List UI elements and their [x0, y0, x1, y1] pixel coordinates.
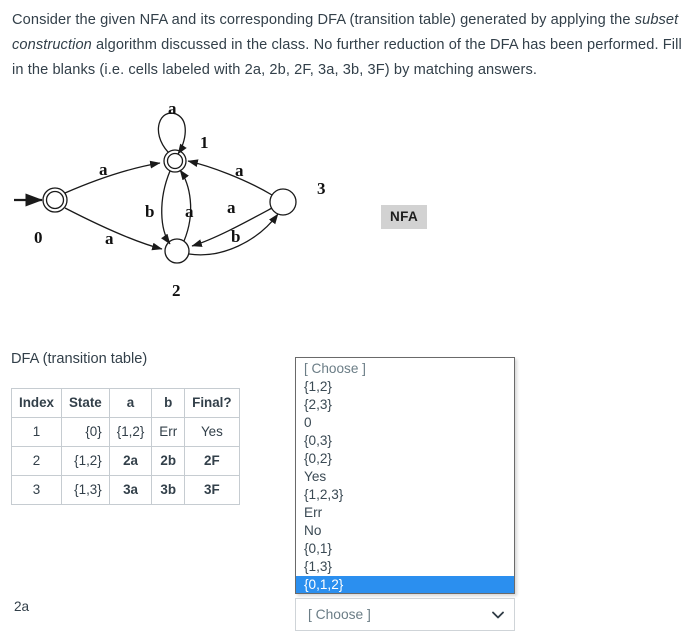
cell-state: {1,3}	[60, 475, 110, 505]
question-line-1: Consider the given NFA and its correspon…	[12, 12, 631, 28]
choice-option-selected[interactable]: {0,1,2}	[296, 576, 514, 593]
cell-state: {0}	[60, 417, 110, 447]
edge-0-1-a	[64, 160, 161, 194]
answer-select-value: [ Choose ]	[308, 607, 371, 622]
column-header-state: State	[60, 388, 110, 418]
edge-1-2-b	[161, 170, 171, 245]
choice-option[interactable]: {0,2}	[296, 450, 514, 468]
answer-select[interactable]: [ Choose ]	[295, 598, 515, 631]
cell-a: {1,2}	[108, 417, 153, 447]
edge-3-1-a	[187, 159, 273, 196]
edge-label-3-2-a: a	[227, 198, 236, 217]
edge-label-2-1-a: a	[185, 202, 194, 221]
answer-row-label: 2a	[14, 599, 30, 614]
state-label-3: 3	[317, 179, 326, 198]
nfa-badge: NFA	[381, 205, 428, 229]
choice-option[interactable]: No	[296, 522, 514, 540]
cell-b: Err	[151, 417, 186, 447]
nfa-graph-svg: 0 1 2 3 a a a b a a a b	[14, 99, 326, 300]
cell-blank-2F: 2F	[184, 446, 240, 476]
table-row: 1 {0} {1,2} Err Yes	[11, 417, 240, 447]
cell-index: 3	[11, 475, 62, 505]
edge-label-3-1-a: a	[235, 161, 244, 180]
state-label-1: 1	[200, 133, 209, 152]
cell-blank-3b: 3b	[151, 475, 186, 505]
column-header-index: Index	[11, 388, 62, 418]
cell-blank-2b: 2b	[151, 446, 186, 476]
cell-state: {1,2}	[60, 446, 110, 476]
dfa-table-heading: DFA (transition table)	[11, 351, 148, 367]
column-header-final: Final?	[184, 388, 240, 418]
choice-option[interactable]: {1,2,3}	[296, 486, 514, 504]
choice-option[interactable]: 0	[296, 414, 514, 432]
edge-1-self-a	[157, 112, 187, 155]
chevron-down-icon	[492, 609, 504, 621]
nfa-diagram: 0 1 2 3 a a a b a a a b	[10, 96, 340, 306]
cell-blank-2a: 2a	[108, 446, 153, 476]
chevron-down-glyph	[492, 611, 504, 618]
column-header-b: b	[151, 388, 186, 418]
choice-option[interactable]: {0,3}	[296, 432, 514, 450]
state-label-0: 0	[34, 228, 43, 247]
question-line-2: algorithm discussed in the class. No fur…	[91, 37, 583, 53]
choice-option[interactable]: {0,1}	[296, 540, 514, 558]
cell-index: 2	[11, 446, 62, 476]
question-prose: Consider the given NFA and its correspon…	[12, 8, 684, 83]
choice-option[interactable]: Yes	[296, 468, 514, 486]
table-row: 3 {1,3} 3a 3b 3F	[11, 475, 240, 505]
choice-option[interactable]: [ Choose ]	[296, 360, 514, 378]
state-label-2: 2	[172, 281, 181, 300]
table-header-row: Index State a b Final?	[11, 388, 240, 418]
edge-label-2-3-b: b	[231, 227, 240, 246]
edge-label-1-2-b: b	[145, 202, 154, 221]
choice-option[interactable]: {2,3}	[296, 396, 514, 414]
dfa-transition-table: Index State a b Final? 1 {0} {1,2} Err Y…	[11, 388, 240, 505]
edge-label-0-1-a: a	[99, 160, 108, 179]
choices-listbox[interactable]: [ Choose ] {1,2} {2,3} 0 {0,3} {0,2} Yes…	[295, 357, 515, 594]
cell-final: Yes	[184, 417, 240, 447]
edge-label-0-2-a: a	[105, 229, 114, 248]
state-1-inner	[166, 152, 184, 170]
column-header-a: a	[108, 388, 153, 418]
edge-label-1-self-a: a	[168, 99, 177, 118]
cell-blank-3F: 3F	[184, 475, 240, 505]
choice-option[interactable]: Err	[296, 504, 514, 522]
cell-index: 1	[11, 417, 62, 447]
choice-option[interactable]: {1,2}	[296, 378, 514, 396]
choice-option[interactable]: {1,3}	[296, 558, 514, 576]
state-0-inner	[45, 190, 65, 210]
state-3-circle	[269, 188, 297, 216]
cell-blank-3a: 3a	[108, 475, 153, 505]
table-row: 2 {1,2} 2a 2b 2F	[11, 446, 240, 476]
